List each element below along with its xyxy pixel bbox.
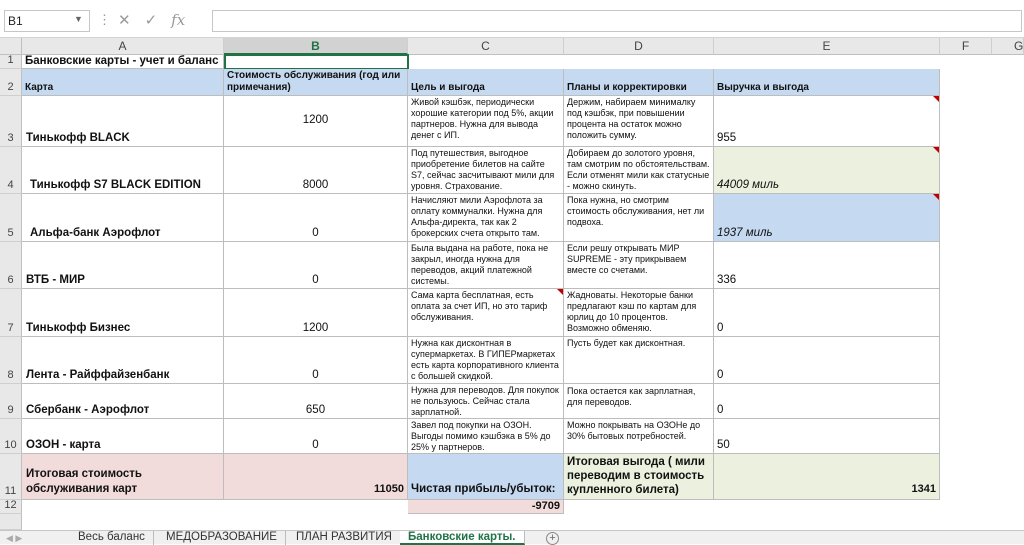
card-revenue[interactable]: 336: [714, 242, 940, 289]
tab-medobrazovanie[interactable]: МЕДОБРАЗОВАНИЕ: [158, 531, 286, 545]
tab-bankovskie-karty[interactable]: Банковские карты.: [400, 531, 525, 545]
total-benefit-value[interactable]: 1341: [714, 454, 940, 500]
formula-input[interactable]: [212, 10, 1022, 32]
card-plans[interactable]: Если решу открывать МИР SUPREME - эту пр…: [564, 242, 714, 289]
card-plans[interactable]: Добираем до золотого уровня, там смотрим…: [564, 147, 714, 194]
column-header-g[interactable]: G: [992, 38, 1024, 55]
card-goal[interactable]: Была выдана на работе, пока не закрыл, и…: [408, 242, 564, 289]
card-plans[interactable]: Пусть будет как дисконтная.: [564, 337, 714, 384]
comment-indicator-icon[interactable]: [933, 96, 939, 102]
card-cost[interactable]: 1200: [224, 96, 408, 147]
column-header-f[interactable]: F: [940, 38, 992, 55]
header-goal[interactable]: Цель и выгода: [408, 69, 564, 96]
total-cost-label[interactable]: Итоговая стоимость обслуживания карт: [22, 454, 224, 500]
card-name[interactable]: Тинькофф Бизнес: [22, 289, 224, 337]
row-header-9[interactable]: 9: [0, 384, 22, 419]
more-icon: ⋮: [98, 12, 111, 27]
card-plans[interactable]: Жадноваты. Некоторые банки предлагают кэ…: [564, 289, 714, 337]
row-header-4[interactable]: 4: [0, 147, 22, 194]
select-all-corner[interactable]: [0, 38, 22, 55]
row-header-3[interactable]: 3: [0, 96, 22, 147]
card-revenue[interactable]: 0: [714, 384, 940, 419]
comment-indicator-icon[interactable]: [933, 147, 939, 153]
revenue-value: 955: [717, 132, 737, 144]
card-cost[interactable]: 0: [224, 242, 408, 289]
card-name[interactable]: Тинькофф BLACK: [22, 96, 224, 147]
card-revenue[interactable]: 955: [714, 96, 940, 147]
row-header-8[interactable]: 8: [0, 337, 22, 384]
sheet-tabs-bar: ◀ ▶ Весь баланс МЕДОБРАЗОВАНИЕ ПЛАН РАЗВ…: [0, 530, 1024, 545]
tab-plan-razvitiya[interactable]: ПЛАН РАЗВИТИЯ: [288, 531, 401, 545]
card-name[interactable]: Лента - Райффайзенбанк: [22, 337, 224, 384]
sheet-title[interactable]: Банковские карты - учет и баланс: [22, 55, 224, 69]
chevron-down-icon[interactable]: ▼: [74, 14, 83, 24]
confirm-icon[interactable]: ✓: [145, 11, 158, 29]
header-revenue[interactable]: Выручка и выгода: [714, 69, 940, 96]
header-card[interactable]: Карта: [22, 69, 224, 96]
row-header-6[interactable]: 6: [0, 242, 22, 289]
card-name[interactable]: ВТБ - МИР: [22, 242, 224, 289]
total-benefit-label[interactable]: Итоговая выгода ( мили переводим в стоим…: [564, 454, 714, 500]
add-sheet-icon[interactable]: +: [546, 532, 559, 545]
card-name[interactable]: Альфа-банк Аэрофлот: [22, 194, 224, 242]
column-header-a[interactable]: A: [22, 38, 224, 55]
total-cost-value[interactable]: 11050: [224, 454, 408, 500]
tab-scroll-arrows-icon[interactable]: ◀ ▶: [6, 531, 22, 545]
goal-text: Сама карта бесплатная, есть оплата за сч…: [411, 290, 548, 322]
row-header-12[interactable]: 12: [0, 499, 22, 514]
comment-indicator-icon[interactable]: [557, 289, 563, 295]
card-cost[interactable]: 0: [224, 419, 408, 454]
card-revenue[interactable]: 44009 миль: [714, 147, 940, 194]
column-header-e[interactable]: E: [714, 38, 940, 55]
row-header-5[interactable]: 5: [0, 194, 22, 242]
header-cost[interactable]: Стоимость обслуживания (год или примечан…: [224, 69, 408, 96]
card-name[interactable]: Тинькофф S7 BLACK EDITION: [22, 147, 224, 194]
card-revenue[interactable]: 1937 миль: [714, 194, 940, 242]
revenue-value: 1937 миль: [717, 227, 773, 239]
card-revenue[interactable]: 0: [714, 337, 940, 384]
cancel-icon[interactable]: ✕: [118, 11, 131, 29]
revenue-value: 44009 миль: [717, 179, 779, 191]
card-name[interactable]: Сбербанк - Аэрофлот: [22, 384, 224, 419]
card-plans[interactable]: Пока остается как зарплатная, для перево…: [564, 384, 714, 419]
comment-indicator-icon[interactable]: [933, 194, 939, 200]
card-revenue[interactable]: 0: [714, 289, 940, 337]
function-icon[interactable]: fx: [171, 11, 185, 29]
card-cost[interactable]: 8000: [224, 147, 408, 194]
row-header-7[interactable]: 7: [0, 289, 22, 337]
row-header-2[interactable]: 2: [0, 69, 22, 96]
header-plans[interactable]: Планы и корректировки: [564, 69, 714, 96]
column-header-c[interactable]: C: [408, 38, 564, 55]
row-header-10[interactable]: 10: [0, 419, 22, 454]
card-cost[interactable]: 0: [224, 194, 408, 242]
net-profit-value[interactable]: -9709: [408, 500, 564, 514]
row-header-1[interactable]: 1: [0, 54, 22, 69]
column-header-d[interactable]: D: [564, 38, 714, 55]
card-goal[interactable]: Под путешествия, выгодное приобретение б…: [408, 147, 564, 194]
card-revenue[interactable]: 50: [714, 419, 940, 454]
card-cost[interactable]: 1200: [224, 289, 408, 337]
row-header-11[interactable]: 11: [0, 454, 22, 500]
row-header-13[interactable]: [0, 514, 22, 530]
tab-ves-balans[interactable]: Весь баланс: [70, 531, 154, 545]
card-cost[interactable]: 650: [224, 384, 408, 419]
card-plans[interactable]: Держим, набираем минималку под кэшбэк, п…: [564, 96, 714, 147]
net-profit-label[interactable]: Чистая прибыль/убыток:: [408, 454, 564, 500]
card-goal[interactable]: Начисляют мили Аэрофлота за оплату комму…: [408, 194, 564, 242]
card-goal[interactable]: Сама карта бесплатная, есть оплата за сч…: [408, 289, 564, 337]
card-goal[interactable]: Нужна как дисконтная в супермаркетах. В …: [408, 337, 564, 384]
selected-cell-b1[interactable]: [224, 54, 409, 70]
card-plans[interactable]: Можно покрывать на ОЗОНе до 30% бытовых …: [564, 419, 714, 454]
column-header-b[interactable]: B: [224, 38, 408, 55]
card-goal[interactable]: Нужна для переводов. Для покупок не поль…: [408, 384, 564, 419]
card-goal[interactable]: Живой кэшбэк, периодически хорошие катег…: [408, 96, 564, 147]
card-goal[interactable]: Завел под покупки на ОЗОН. Выгоды помимо…: [408, 419, 564, 454]
card-cost[interactable]: 0: [224, 337, 408, 384]
card-plans[interactable]: Пока нужна, но смотрим стоимость обслужи…: [564, 194, 714, 242]
formula-bar: B1 ▼ ⋮ ✕ ✓ fx: [0, 0, 1024, 38]
card-name[interactable]: ОЗОН - карта: [22, 419, 224, 454]
